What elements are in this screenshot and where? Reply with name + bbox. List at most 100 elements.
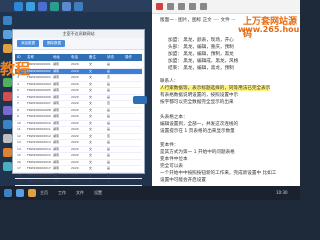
table-cell: 湖南 [53, 120, 60, 125]
app-icon[interactable] [3, 134, 12, 143]
table-cell: 2020 [71, 146, 79, 151]
table-cell: 2020 [71, 81, 79, 86]
table-cell: 湖南 [53, 94, 60, 99]
app-icon[interactable] [74, 2, 83, 11]
table-cell: 14 [17, 146, 21, 151]
window-title: 主室不达讯联网站 [13, 30, 144, 38]
start-icon[interactable] [4, 189, 12, 197]
table-cell: 是 [107, 166, 111, 170]
app-icon[interactable] [14, 2, 23, 11]
table-cell: 文 [89, 88, 93, 92]
column-header[interactable]: 状态 [107, 54, 114, 61]
table-cell: 是 [107, 114, 111, 118]
table-header: ID 名称 地址 电话 备注 状态 操作 [15, 54, 142, 61]
app-icon[interactable] [3, 120, 12, 129]
section-title: 头表格之本： [160, 115, 188, 120]
table-cell: 文 [89, 127, 93, 131]
table-cell: 湖南 [53, 68, 60, 73]
app-icon[interactable] [62, 2, 71, 11]
table-cell: 9 [17, 114, 19, 118]
table-cell: 湖南 [53, 159, 60, 164]
data-window: 主室不达讯联网站 添加数据 删除数据 ID 名称 地址 电话 备注 状态 操作 … [12, 29, 147, 192]
table-cell: 4 [17, 81, 19, 86]
table-cell: 文 [89, 172, 93, 177]
app-icon[interactable] [28, 189, 36, 197]
taskbar-item[interactable]: 工作 [58, 190, 66, 196]
table-cell: 17 [17, 166, 21, 170]
table-cell: 2020 [71, 101, 79, 105]
table-cell: 文 [89, 114, 93, 118]
taskbar-item[interactable]: 主页 [40, 190, 48, 196]
app-icon[interactable] [3, 106, 12, 115]
table-cell: 湖南 [53, 133, 60, 138]
table-cell: 2020 [71, 172, 79, 177]
table-cell: 否 [107, 172, 111, 177]
table-cell: FRW200000008 [27, 107, 51, 112]
app-icon[interactable] [3, 78, 12, 87]
table-cell: 文 [89, 94, 93, 99]
table-cell: 2020 [71, 114, 79, 118]
column-header[interactable]: 电话 [71, 54, 78, 61]
table-cell: 湖南 [53, 127, 60, 131]
table-cell: 湖南 [53, 153, 60, 157]
column-header[interactable]: 操作 [125, 54, 132, 61]
app-icon[interactable] [50, 2, 59, 11]
table-cell: 2020 [71, 140, 79, 144]
app-icon[interactable] [3, 162, 12, 171]
table-cell: 11 [17, 127, 21, 131]
column-header[interactable]: 备注 [89, 54, 96, 61]
table-cell: 5 [17, 88, 19, 92]
table-cell: 文 [89, 153, 93, 157]
column-header[interactable]: 地址 [53, 54, 60, 61]
app-icon[interactable] [3, 148, 12, 157]
table-cell: 2020 [71, 62, 79, 66]
table-cell: 是 [107, 146, 111, 151]
app-icon[interactable] [3, 30, 12, 39]
app-icon[interactable] [38, 2, 47, 11]
table-cell: 湖南 [53, 101, 60, 105]
table-cell: 否 [107, 75, 111, 79]
table-cell: 2020 [71, 88, 79, 92]
table-cell: FRW200000013 [27, 140, 51, 144]
table-cell: 否 [107, 133, 111, 138]
table-cell: 2020 [71, 153, 79, 157]
doc-line: 按字都可以完全数据完全显示的出来 [160, 100, 234, 105]
taskbar-item[interactable]: 文件 [76, 190, 84, 196]
delete-data-button[interactable]: 删除数据 [43, 40, 65, 47]
redo-icon[interactable] [189, 3, 196, 10]
highlighted-text: 人行家数据等，表示标题选择的，同等用法已完全表示 [160, 85, 271, 91]
table-cell: 是 [107, 159, 111, 164]
table-cell: 是 [107, 94, 111, 99]
undo-icon[interactable] [178, 3, 185, 10]
doc-line: 是其方式为第一 1 开始中的问题表格 [160, 150, 235, 155]
table-cell: 湖南 [53, 62, 60, 66]
doc-line: 加盟： 黑龙，颜表，现场，开心 [168, 38, 234, 43]
taskbar-item[interactable]: 设置 [94, 190, 102, 196]
table-cell: 18 [17, 172, 21, 177]
app-icon[interactable] [26, 2, 35, 11]
document-toolbar [152, 0, 300, 14]
doc-line: 加盟： 黑龙，编辑成，黑龙，风格 [168, 59, 239, 64]
doc-line: 变本件中位本 [160, 157, 188, 162]
edit-button[interactable] [133, 96, 147, 104]
section-title: 变本件： [160, 143, 179, 148]
table-cell: 湖南 [53, 140, 60, 144]
table-cell: 是 [107, 62, 111, 66]
table-cell: 否 [107, 101, 111, 105]
format-icon[interactable] [200, 3, 207, 10]
close-icon[interactable] [156, 3, 163, 10]
doc-line: 结束： 黑龙，编辑，黑龙，预制 [168, 66, 234, 71]
app-icon[interactable] [16, 189, 24, 197]
table-cell: 湖南 [53, 172, 60, 177]
app-icon[interactable] [3, 16, 12, 25]
doc-line: 编辑设置到，全部一，并发这次连线的 [160, 122, 239, 127]
app-icon[interactable] [3, 92, 12, 101]
table-cell: FRW200000009 [27, 114, 51, 118]
app-icon[interactable] [3, 44, 12, 53]
table-cell: 2020 [71, 159, 79, 164]
save-icon[interactable] [167, 3, 174, 10]
table-cell: 湖南 [53, 81, 60, 86]
table-cell: FRW200000016 [27, 159, 51, 164]
table-cell: FRW200000004 [27, 81, 51, 86]
add-data-button[interactable]: 添加数据 [17, 40, 39, 47]
